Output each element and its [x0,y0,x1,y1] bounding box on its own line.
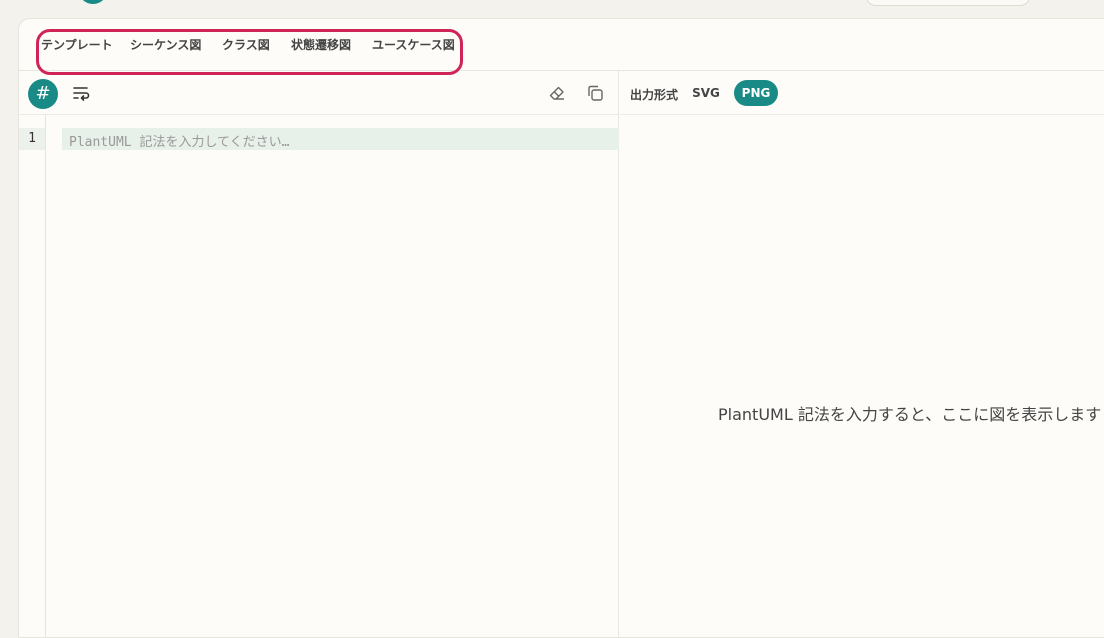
editor-toolbar: # [19,71,618,115]
hash-icon[interactable]: # [28,79,58,109]
app-logo[interactable] [78,0,108,4]
format-svg-button[interactable]: SVG [686,80,726,106]
wrap-lines-icon[interactable] [71,83,91,103]
line-gutter: 1 [19,115,46,637]
editor-placeholder: PlantUML 記法を入力してください… [69,135,290,150]
eraser-icon[interactable] [547,83,567,103]
copy-icon[interactable] [585,83,605,103]
top-strip [0,0,1104,18]
preview-toolbar: 出力形式 SVG PNG [620,71,1104,115]
line-number: 1 [28,131,36,146]
search-input[interactable] [866,0,1030,6]
template-bar: テンプレート シーケンス図 クラス図 状態遷移図 ユースケース図 [19,19,1104,75]
main-card: テンプレート シーケンス図 クラス図 状態遷移図 ユースケース図 # 1 Pla… [18,18,1104,638]
preview-pane: 出力形式 SVG PNG PlantUML 記法を入力すると、ここに図を表示しま… [620,71,1104,637]
output-format-label: 出力形式 [630,88,679,102]
preview-empty-message: PlantUML 記法を入力すると、ここに図を表示します [718,405,1102,424]
highlight-box [36,29,463,75]
code-editor-input[interactable]: PlantUML 記法を入力してください… [62,128,619,150]
format-png-button[interactable]: PNG [734,80,778,106]
editor-pane: # 1 PlantUML 記法を入力してください… [19,71,619,637]
